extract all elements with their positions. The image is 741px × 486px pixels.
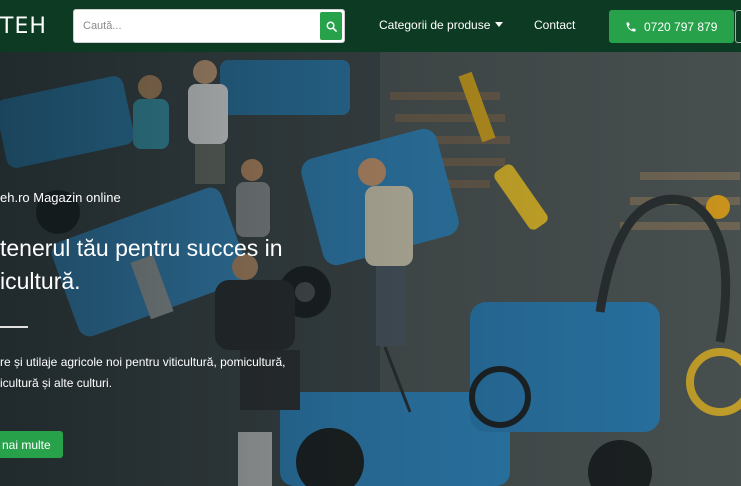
hero-banner: eh.ro Magazin online tenerul tău pentru … (0, 52, 741, 486)
hero-headline-line-2: icultură. (0, 268, 81, 294)
phone-icon (626, 22, 636, 31)
site-header: TEH Categorii de produse Contact 0720 79… (0, 0, 741, 52)
hero-description-line-1: re și utilaje agricole noi pentru viticu… (0, 355, 286, 369)
site-logo[interactable]: TEH (0, 14, 47, 39)
search-input[interactable] (74, 10, 320, 42)
nav-contact[interactable]: Contact (534, 18, 575, 32)
hero-divider (0, 326, 28, 328)
hero-description-line-2: icultură și alte culturi. (0, 376, 113, 390)
chevron-down-icon[interactable] (495, 22, 503, 27)
nav-categories[interactable]: Categorii de produse (379, 18, 490, 32)
phone-number: 0720 797 879 (644, 19, 718, 34)
hero-description: re și utilaje agricole noi pentru viticu… (0, 352, 330, 394)
search-box (73, 9, 345, 43)
search-button[interactable] (320, 12, 342, 40)
search-icon (326, 21, 337, 32)
hero-headline-line-1: tenerul tău pentru succes in (0, 235, 283, 261)
hero-headline: tenerul tău pentru succes in icultură. (0, 232, 360, 298)
read-more-button[interactable]: nai multe (0, 431, 63, 458)
phone-button[interactable]: 0720 797 879 (609, 10, 734, 43)
hero-tagline: eh.ro Magazin online (0, 190, 121, 205)
secondary-header-button[interactable] (735, 10, 741, 43)
